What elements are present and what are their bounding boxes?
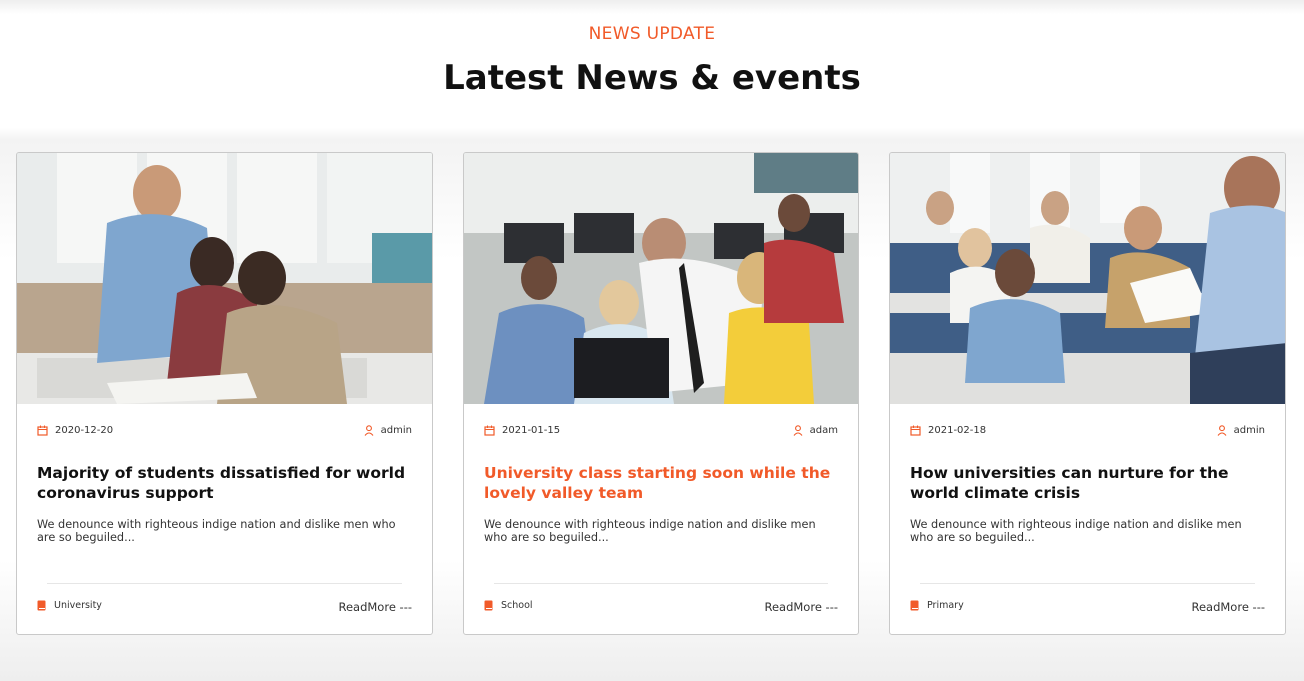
card-title[interactable]: How universities can nurture for the wor… xyxy=(910,463,1265,503)
news-card-image[interactable] xyxy=(17,153,432,404)
card-excerpt: We denounce with righteous indige nation… xyxy=(484,518,816,544)
readmore-link[interactable]: ReadMore --- xyxy=(1191,600,1265,614)
news-card-image[interactable] xyxy=(464,153,858,404)
news-card-image[interactable] xyxy=(890,153,1285,404)
teacher-helping-students-photo xyxy=(17,153,432,404)
user-icon xyxy=(1217,425,1227,436)
readmore-link[interactable]: ReadMore --- xyxy=(338,600,412,614)
user-icon xyxy=(364,425,374,436)
card-divider xyxy=(494,583,828,584)
calendar-icon xyxy=(484,425,495,436)
card-excerpt: We denounce with righteous indige nation… xyxy=(37,518,396,544)
card-date: 2020-12-20 xyxy=(55,425,114,436)
header-shadow xyxy=(0,0,1304,14)
book-icon xyxy=(37,600,46,611)
card-author[interactable]: admin xyxy=(1234,425,1265,436)
card-category[interactable]: Primary xyxy=(927,600,964,611)
computer-lab-class-photo xyxy=(464,153,858,404)
card-category[interactable]: School xyxy=(501,600,533,611)
card-title[interactable]: University class starting soon while the… xyxy=(484,463,838,503)
card-divider xyxy=(920,583,1255,584)
calendar-icon xyxy=(910,425,921,436)
section-title: Latest News & events xyxy=(443,58,861,98)
news-card-3[interactable]: 2021-02-18 admin How universities can nu… xyxy=(889,152,1286,635)
readmore-link[interactable]: ReadMore --- xyxy=(764,600,838,614)
card-date: 2021-01-15 xyxy=(502,425,561,436)
book-icon xyxy=(910,600,919,611)
news-card-2[interactable]: 2021-01-15 adam University class startin… xyxy=(463,152,859,635)
card-title[interactable]: Majority of students dissatisfied for wo… xyxy=(37,463,412,503)
lecture-hall-students-photo xyxy=(890,153,1285,404)
calendar-icon xyxy=(37,425,48,436)
card-author[interactable]: adam xyxy=(810,425,838,436)
user-icon xyxy=(793,425,803,436)
card-divider xyxy=(47,583,402,584)
card-author[interactable]: admin xyxy=(381,425,412,436)
news-card-1[interactable]: 2020-12-20 admin Majority of students di… xyxy=(16,152,433,635)
card-excerpt: We denounce with righteous indige nation… xyxy=(910,518,1242,544)
card-category[interactable]: University xyxy=(54,600,102,611)
book-icon xyxy=(484,600,493,611)
news-section: NEWS UPDATE Latest News & events 2020-12… xyxy=(0,0,1304,681)
card-date: 2021-02-18 xyxy=(928,425,987,436)
section-subtitle: NEWS UPDATE xyxy=(588,24,716,44)
